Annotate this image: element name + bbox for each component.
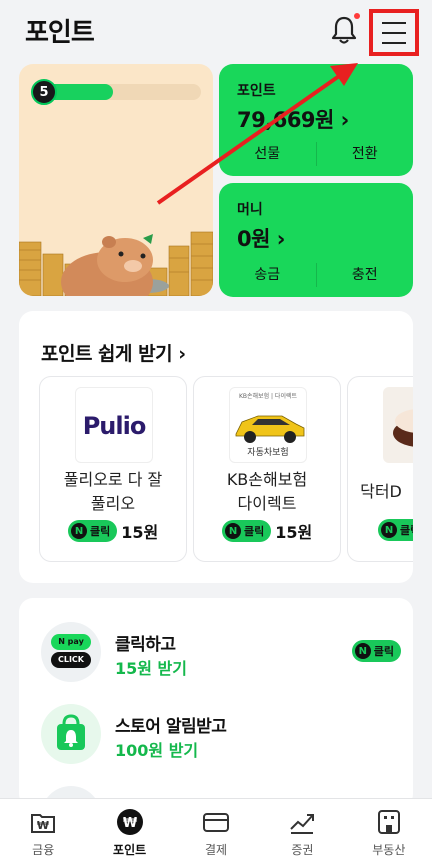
- money-label: 머니: [237, 202, 263, 218]
- nav-payment[interactable]: 결제: [173, 799, 259, 861]
- section-title[interactable]: 포인트 쉽게 받기 ›: [41, 339, 186, 366]
- chart-up-icon: [290, 814, 315, 834]
- money-balance-card[interactable]: 머니 0원 › 송금 충전: [219, 183, 413, 297]
- card-icon: [203, 813, 230, 832]
- offer-reward: N 클릭 15원: [222, 519, 312, 543]
- nav-point[interactable]: ₩ 포인트: [86, 799, 172, 861]
- tasks-section: N pay CLICK 클릭하고 15원 받기 N 클릭 스토어 알림받고 100…: [19, 598, 413, 808]
- naver-n-icon: N: [354, 643, 371, 659]
- task-title: 스토어 알림받고: [115, 717, 227, 737]
- kb-car-image: KB손해보험 | 다이렉트 자동차보험: [229, 387, 307, 463]
- naver-n-icon: N: [225, 523, 241, 539]
- nav-label: 부동산: [372, 843, 406, 857]
- level-badge: 5: [31, 79, 57, 105]
- pulio-logo: Pulio: [75, 387, 153, 463]
- naver-n-icon: N: [381, 522, 397, 538]
- menu-line: [382, 21, 406, 24]
- convert-button[interactable]: 전환: [317, 142, 414, 166]
- cosmetic-jar-icon: [393, 409, 413, 447]
- bottom-nav: ₩ 금융 ₩ 포인트 결제 증권 부동산: [0, 798, 432, 861]
- point-actions: 선물 전환: [219, 142, 413, 166]
- nav-label: 포인트: [113, 843, 147, 857]
- task-row[interactable]: 스토어 알림받고 100원 받기: [41, 704, 401, 766]
- money-actions: 송금 충전: [219, 263, 413, 287]
- nav-label: 금융: [32, 843, 55, 857]
- task-title: 클릭하고: [115, 635, 176, 655]
- point-balance-card[interactable]: 포인트 79,669원 › 선물 전환: [219, 64, 413, 176]
- click-badge-label: 클릭: [400, 524, 413, 537]
- nav-real-estate[interactable]: 부동산: [346, 799, 432, 861]
- car-icon: [235, 415, 305, 443]
- offer-name: 닥터D: [308, 468, 413, 504]
- point-value[interactable]: 79,669원 ›: [237, 104, 349, 134]
- wallet-won-icon: ₩: [31, 814, 56, 833]
- svg-text:₩: ₩: [122, 816, 137, 831]
- click-badge-label: 클릭: [244, 525, 265, 538]
- point-label: 포인트: [237, 83, 276, 99]
- menu-line: [382, 41, 406, 44]
- reward-amount: 15원: [121, 523, 159, 542]
- offer-name-line: 닥터D: [360, 482, 402, 501]
- offer-name-line: 풀리오: [90, 494, 136, 513]
- page-title: 포인트: [25, 18, 95, 48]
- doctor-d-image: [383, 387, 413, 463]
- top-header: 포인트: [0, 0, 432, 60]
- kb-image-header: KB손해보험 | 다이렉트: [238, 393, 298, 400]
- task-row[interactable]: N pay CLICK 클릭하고 15원 받기 N 클릭: [41, 622, 401, 684]
- easy-points-section: 포인트 쉽게 받기 › Pulio 풀리오로 다 잘 풀리오 N 클릭 15원 K…: [19, 311, 413, 583]
- npay-click-icon: N pay CLICK: [41, 622, 101, 682]
- offer-name-line: 풀리오로 다 잘: [63, 470, 163, 489]
- hamster-character-illustration: [61, 234, 153, 296]
- click-badge-label: 클릭: [373, 645, 394, 658]
- menu-line: [382, 31, 406, 34]
- click-badge-label: 클릭: [90, 525, 111, 538]
- offer-reward: N 클릭 15원: [68, 519, 158, 543]
- offer-card[interactable]: 닥터D N클릭: [347, 376, 413, 562]
- shopping-bag-bell-icon: [57, 714, 85, 750]
- offer-name: 풀리오로 다 잘 풀리오: [40, 468, 186, 516]
- store-alarm-icon: [41, 704, 101, 764]
- notification-bell-icon[interactable]: [330, 15, 358, 45]
- npay-icon-bottom: CLICK: [51, 652, 91, 668]
- click-badge[interactable]: N 클릭: [351, 640, 401, 662]
- send-button[interactable]: 송금: [219, 263, 316, 287]
- notification-dot: [354, 13, 360, 19]
- click-badge: N클릭: [222, 520, 272, 542]
- kb-image-caption: 자동차보험: [247, 448, 289, 458]
- charge-button[interactable]: 충전: [317, 263, 414, 287]
- task-reward: 15원 받기: [115, 659, 187, 678]
- offer-card[interactable]: Pulio 풀리오로 다 잘 풀리오 N 클릭 15원: [39, 376, 187, 562]
- click-badge: N클릭: [378, 519, 413, 541]
- nav-stocks[interactable]: 증권: [259, 799, 345, 861]
- offer-reward: N클릭: [378, 519, 413, 541]
- nav-label: 결제: [204, 843, 228, 857]
- npay-icon-top: N pay: [51, 634, 91, 650]
- reward-amount: 15원: [275, 523, 313, 542]
- nav-label: 증권: [291, 843, 314, 857]
- click-badge: N클릭: [68, 520, 118, 542]
- building-icon: [377, 810, 400, 834]
- naver-n-icon: N: [71, 523, 87, 539]
- level-card[interactable]: 5: [19, 64, 213, 296]
- pulio-logo-text: Pulio: [82, 412, 147, 440]
- nav-finance[interactable]: ₩ 금융: [0, 799, 86, 861]
- svg-text:₩: ₩: [37, 819, 49, 832]
- menu-button[interactable]: [369, 9, 419, 56]
- won-coin-icon: ₩: [116, 809, 143, 835]
- task-reward: 100원 받기: [115, 741, 199, 760]
- gift-button[interactable]: 선물: [219, 142, 316, 166]
- money-value[interactable]: 0원 ›: [237, 223, 285, 253]
